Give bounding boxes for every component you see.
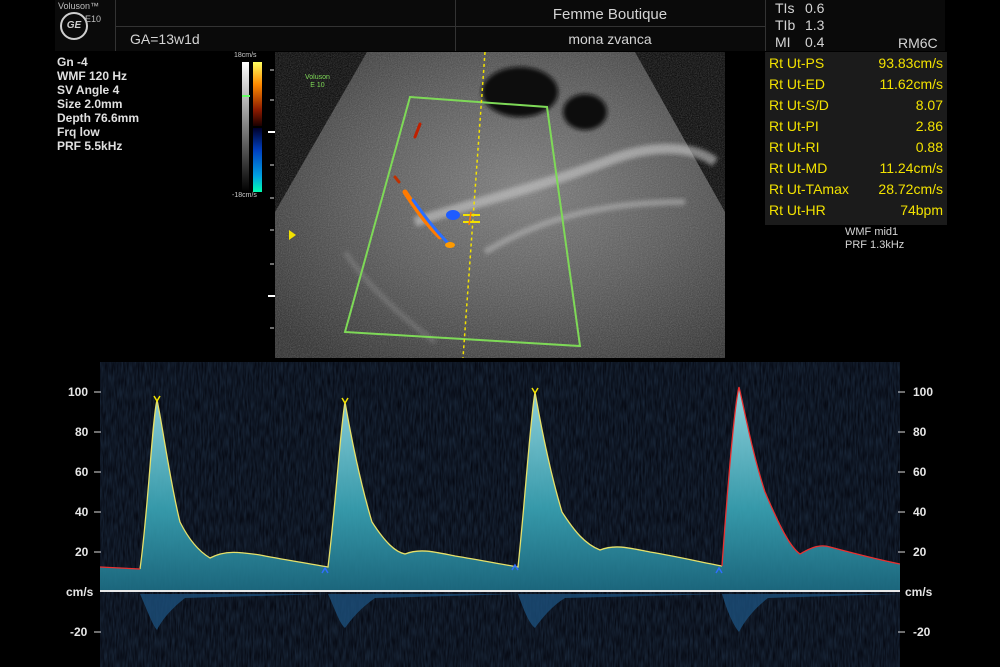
doppler-settings: WMF mid1 PRF 1.3kHz [845,226,905,251]
param-prf: PRF 5.5kHz [57,139,123,153]
depth-scale [268,69,275,329]
gestational-age: GA=13w1d [130,31,200,47]
bmode-image [275,52,725,358]
header-divider [765,0,766,51]
measure-row: Rt Ut-HR 74bpm [769,202,943,218]
y-tick: -20 [913,625,931,639]
y-tick: 100 [68,385,89,399]
spectral-doppler-trace [100,362,900,667]
y-unit: cm/s [905,585,933,599]
right-axis-ticks [898,391,905,633]
safety-row: TIs 0.6 [775,0,825,16]
image-badge: Voluson E 10 [305,74,330,89]
safety-row: TIb 1.3 [775,17,825,33]
imaging-params: Gn -4 WMF 120 Hz SV Angle 4 Size 2.0mm D… [57,55,139,153]
param-frequency: Frq low [57,125,100,139]
brand-label: Voluson™ [58,1,100,11]
safety-row: MI 0.4 [775,34,825,50]
measure-row: Rt Ut-RI 0.88 [769,139,943,155]
probe-label: RM6C [898,35,938,51]
y-tick: 80 [75,425,89,439]
focus-marker-icon [289,230,296,240]
measure-row: Rt Ut-ED 11.62cm/s [769,76,943,92]
measurement-panel: Rt Ut-PS 93.83cm/s Rt Ut-ED 11.62cm/s Rt U… [765,52,947,225]
clinic-name: Femme Boutique [552,6,668,23]
y-tick: 60 [75,465,89,479]
param-size: Size 2.0mm [57,97,123,111]
y-tick: 80 [913,425,927,439]
param-depth: Depth 76.6mm [57,111,140,125]
left-axis-ticks [94,391,101,633]
y-tick: 100 [913,385,934,399]
param-wmf: WMF 120 Hz [57,69,128,83]
scale-bottom-label: -18cm/s [232,192,257,199]
param-gain: Gn -4 [57,55,88,69]
y-tick: 40 [75,505,89,519]
y-tick: 20 [75,545,89,559]
param-sv-angle: SV Angle 4 [57,83,120,97]
safety-indices: TIs 0.6 TIb 1.3 MI 0.4 [775,0,824,51]
measure-row: Rt Ut-S/D 8.07 [769,97,943,113]
measure-row: Rt Ut-TAmax 28.72cm/s [769,181,943,197]
y-unit: cm/s [66,585,94,599]
y-tick: -20 [70,625,88,639]
measure-row: Rt Ut-PS 93.83cm/s [769,55,943,71]
measure-row: Rt Ut-MD 11.24cm/s [769,160,943,176]
measure-row: Rt Ut-PI 2.86 [769,118,943,134]
y-tick: 40 [913,505,927,519]
ge-logo-icon: GE [60,12,88,40]
y-tick: 20 [913,545,927,559]
scale-top-label: 18cm/s [234,52,257,59]
y-tick: 60 [913,465,927,479]
header-divider [115,26,765,27]
patient-name: mona zvanca [568,31,652,47]
model-label: E10 [85,14,102,24]
